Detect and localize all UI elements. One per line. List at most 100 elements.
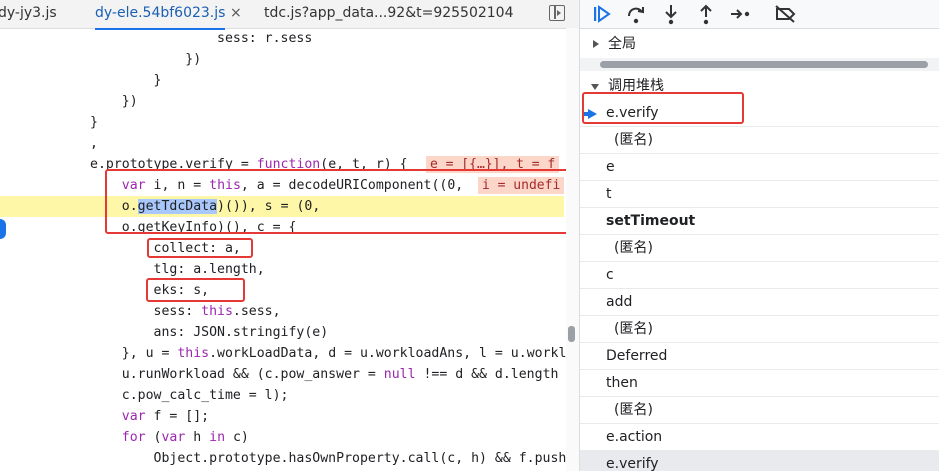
call-frame[interactable]: e.verify bbox=[580, 451, 939, 471]
code-line[interactable]: for (var h in c) bbox=[0, 427, 564, 448]
call-frame[interactable]: setTimeout bbox=[580, 208, 939, 235]
horizontal-scrollbar-thumb[interactable] bbox=[600, 61, 928, 68]
selection-highlight: getTdcData bbox=[137, 199, 218, 214]
code-line[interactable]: sess: this.sess, bbox=[0, 301, 564, 322]
code-text: var i, n = this, a = decodeURIComponent(… bbox=[121, 178, 464, 193]
call-frame[interactable]: t bbox=[580, 181, 939, 208]
call-frame-label: setTimeout bbox=[606, 213, 696, 229]
code-line[interactable]: }) bbox=[0, 91, 564, 112]
code-line[interactable]: }, u = this.workLoadData, d = u.workload… bbox=[0, 343, 566, 364]
code-text: Object.prototype.hasOwnProperty.call(c, … bbox=[90, 451, 566, 466]
code-line[interactable]: sess: r.sess bbox=[0, 28, 564, 49]
code-line[interactable]: Object.prototype.hasOwnProperty.call(c, … bbox=[0, 448, 566, 469]
code-text: ans: JSON.stringify(e) bbox=[90, 325, 329, 340]
code-text: u.runWorkload && (c.pow_answer = null !=… bbox=[90, 367, 559, 382]
code-text: sess: r.sess bbox=[90, 31, 313, 46]
call-frame-label: t bbox=[606, 186, 612, 202]
call-frame[interactable]: (匿名) bbox=[580, 235, 939, 262]
resume-icon[interactable] bbox=[590, 2, 614, 26]
step-icon[interactable] bbox=[728, 2, 752, 26]
code-line[interactable]: ans: JSON.stringify(e) bbox=[0, 322, 564, 343]
call-frame[interactable]: e.verify bbox=[580, 100, 939, 127]
code-text: collect: a, bbox=[90, 241, 241, 256]
step-over-icon[interactable] bbox=[624, 2, 648, 26]
code-line[interactable]: } bbox=[0, 70, 564, 91]
tab-dy-ele[interactable]: dy-ele.54bf6023.js bbox=[95, 0, 226, 30]
code-text: o.getKeyInfo)(), c = { bbox=[90, 220, 297, 235]
inline-value-verify: e = [{…}], t = f bbox=[426, 156, 560, 173]
code-line[interactable]: }) bbox=[0, 49, 564, 70]
call-frame-label: e bbox=[606, 159, 615, 175]
global-section-label: 全局 bbox=[608, 36, 636, 52]
call-frame-label: e.verify bbox=[606, 456, 659, 471]
code-text: for (var h in c) bbox=[121, 430, 249, 445]
call-frame[interactable]: add bbox=[580, 289, 939, 316]
tab-dy-jy3[interactable]: dy-jy3.js bbox=[0, 0, 57, 28]
global-section-header[interactable]: 全局 bbox=[580, 32, 939, 56]
inline-value-var: i = undefi bbox=[478, 177, 565, 194]
code-line[interactable]: c.pow_calc_time = l); bbox=[0, 385, 564, 406]
call-frame[interactable]: (匿名) bbox=[580, 397, 939, 424]
editor-scrollbar-track[interactable] bbox=[566, 28, 579, 471]
callstack-section-header[interactable]: 调用堆栈 bbox=[580, 74, 939, 98]
tab-tdc[interactable]: tdc.js?app_data...92&t=925502104 bbox=[264, 0, 514, 28]
code-line[interactable]: u.runWorkload && (c.pow_answer = null !=… bbox=[0, 364, 564, 385]
code-line[interactable]: var i, n = this, a = decodeURIComponent(… bbox=[0, 175, 565, 196]
step-out-icon[interactable] bbox=[694, 2, 718, 26]
call-frame[interactable]: (匿名) bbox=[580, 316, 939, 343]
code-text: } bbox=[90, 115, 98, 130]
code-text: }, u = this.workLoadData, d = u.workload… bbox=[90, 346, 566, 361]
tab-label: dy-ele.54bf6023.js bbox=[95, 5, 226, 21]
call-frame-label: Deferred bbox=[606, 348, 668, 364]
code-text: }) bbox=[90, 94, 138, 109]
editor-scrollbar-thumb[interactable] bbox=[568, 326, 575, 342]
code-text: eks: s, bbox=[90, 283, 210, 298]
call-frame-label: e.action bbox=[606, 429, 663, 445]
code-area[interactable]: sess: r.sess }) } })}, e.prototype.verify… bbox=[0, 28, 566, 471]
deactivate-breakpoints-icon[interactable] bbox=[773, 2, 797, 26]
call-frame-label: (匿名) bbox=[614, 321, 653, 337]
code-text: } bbox=[90, 73, 162, 88]
code-text: var f = []; bbox=[121, 409, 210, 424]
code-text: o.getTdcData)()), s = (0, bbox=[90, 199, 321, 214]
call-frame[interactable]: e.action bbox=[580, 424, 939, 451]
code-line[interactable]: collect: a, bbox=[0, 238, 564, 259]
toggle-debugger-icon[interactable] bbox=[549, 5, 565, 21]
code-text: c.pow_calc_time = l); bbox=[90, 388, 289, 403]
collapse-triangle-icon bbox=[591, 84, 599, 90]
code-line[interactable]: o.getKeyInfo)(), c = { bbox=[0, 217, 564, 238]
code-text: tlg: a.length, bbox=[90, 262, 265, 277]
call-frame-label: (匿名) bbox=[614, 402, 653, 418]
code-text: , bbox=[90, 136, 98, 151]
code-line[interactable]: e.prototype.verify = function(e, t, r) {… bbox=[0, 154, 564, 175]
call-frame-label: add bbox=[606, 294, 633, 310]
callstack-section-label: 调用堆栈 bbox=[608, 78, 664, 94]
call-frame[interactable]: e bbox=[580, 154, 939, 181]
code-text: sess: this.sess, bbox=[90, 304, 281, 319]
code-line[interactable]: } bbox=[0, 112, 564, 133]
code-text: }) bbox=[90, 52, 202, 67]
code-line[interactable]: o.getTdcData)()), s = (0, bbox=[0, 196, 564, 217]
tab-label: tdc.js?app_data...92&t=925502104 bbox=[264, 5, 514, 21]
code-text: e.prototype.verify = function(e, t, r) { bbox=[90, 157, 408, 172]
debugger-toolbar bbox=[580, 0, 939, 29]
expand-triangle-icon bbox=[593, 40, 599, 48]
close-icon[interactable]: × bbox=[230, 0, 242, 26]
tab-label: dy-jy3.js bbox=[0, 5, 57, 21]
code-line[interactable]: var f = []; bbox=[0, 406, 564, 427]
call-frame-label: (匿名) bbox=[614, 240, 653, 256]
current-frame-arrow-icon bbox=[584, 109, 597, 119]
call-frame[interactable]: (匿名) bbox=[580, 127, 939, 154]
code-line[interactable]: eks: s, bbox=[0, 280, 564, 301]
step-into-icon[interactable] bbox=[659, 2, 683, 26]
source-editor: dy-jy3.js dy-ele.54bf6023.js × tdc.js?ap… bbox=[0, 0, 579, 471]
call-frame-label: (匿名) bbox=[614, 132, 653, 148]
call-frame[interactable]: Deferred bbox=[580, 343, 939, 370]
call-frame[interactable]: then bbox=[580, 370, 939, 397]
code-line[interactable]: tlg: a.length, bbox=[0, 259, 564, 280]
code-line[interactable]: , bbox=[0, 133, 564, 154]
call-frame[interactable]: c bbox=[580, 262, 939, 289]
file-tab-bar: dy-jy3.js dy-ele.54bf6023.js × tdc.js?ap… bbox=[0, 0, 579, 30]
call-frame-label: then bbox=[606, 375, 638, 391]
debugger-sidebar: 全局 调用堆栈 e.verify (匿名) e t setTimeout (匿名) c add… bbox=[579, 0, 939, 471]
